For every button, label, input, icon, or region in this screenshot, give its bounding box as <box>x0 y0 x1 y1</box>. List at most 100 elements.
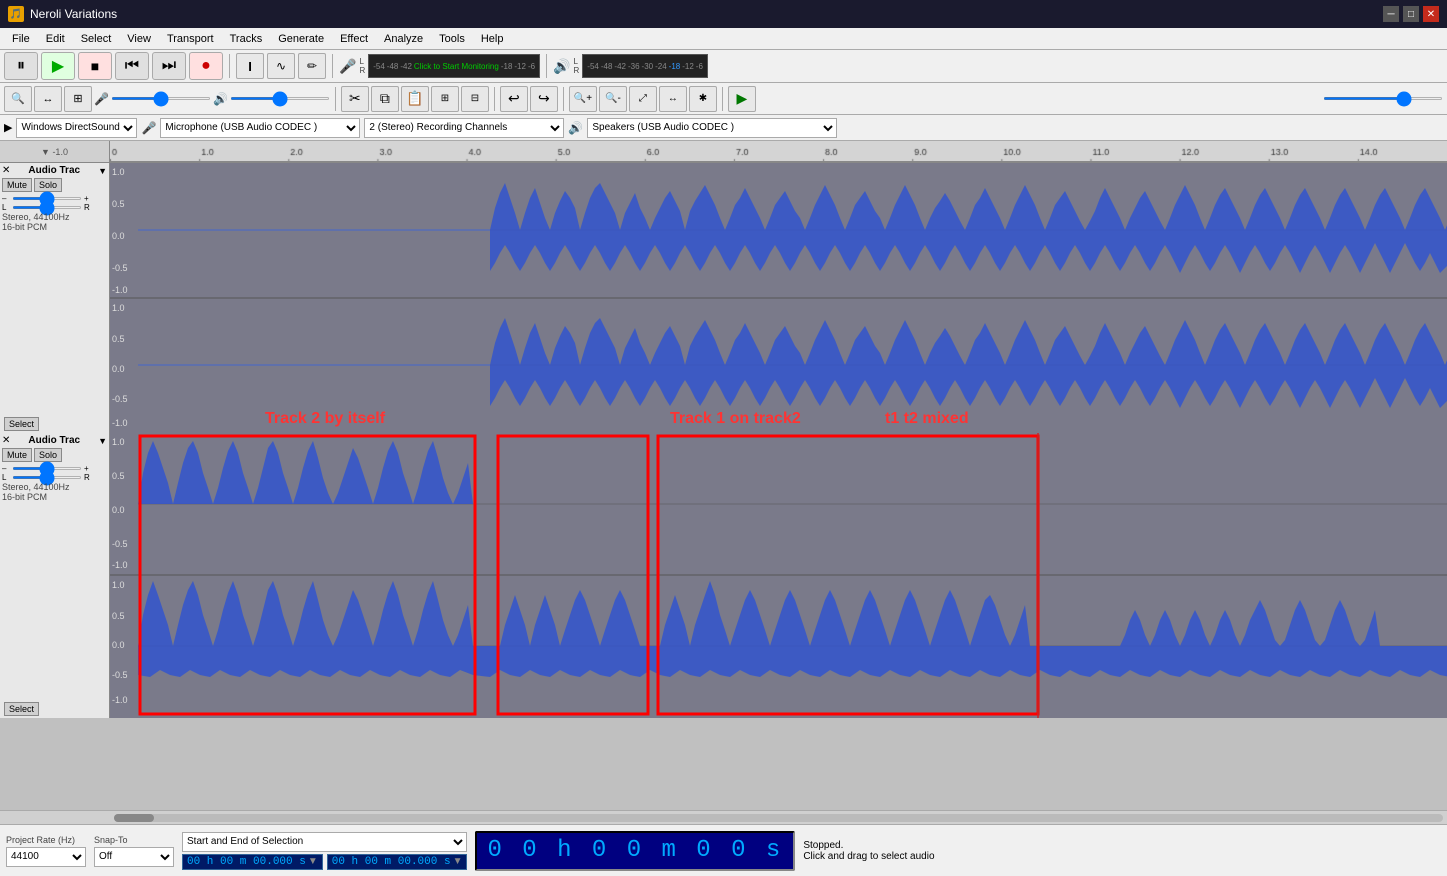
speaker3-icon: 🔊 <box>568 121 583 135</box>
speaker-select[interactable]: Speakers (USB Audio CODEC ) <box>587 118 837 138</box>
envelope-tool-btn[interactable]: ∿ <box>267 53 295 79</box>
ruler-canvas <box>110 141 1447 162</box>
copy-btn[interactable]: ⧉ <box>371 86 399 112</box>
trim-btn[interactable]: ⊞ <box>431 86 459 112</box>
tracks-container: ✕ Audio Trac ▼ Mute Solo – + L <box>0 163 1447 810</box>
close-button[interactable]: ✕ <box>1423 6 1439 22</box>
track1-select-btn[interactable]: Select <box>4 417 39 431</box>
menu-effect[interactable]: Effect <box>332 31 376 47</box>
zoom-normal-btn[interactable]: 🔍 <box>4 86 32 112</box>
horizontal-scrollbar[interactable] <box>0 810 1447 824</box>
project-rate-section: Project Rate (Hz) 44100 <box>6 835 86 867</box>
selection-section: Start and End of Selection 00 h 00 m 00.… <box>182 832 467 870</box>
skip-start-button[interactable]: ⏮ <box>115 52 149 80</box>
silence-btn[interactable]: ⊟ <box>461 86 489 112</box>
input-gain-slider[interactable] <box>111 97 211 100</box>
hint-msg: Click and drag to select audio <box>803 851 1441 862</box>
track2-pan-slider[interactable] <box>12 476 82 479</box>
output-vu-meter[interactable]: -54 -48 -42 -36 -30 -24 -18 -12 -6 <box>582 54 708 78</box>
play-button[interactable]: ▶ <box>41 52 75 80</box>
vu-18: -18 <box>501 62 513 71</box>
track2-arrow[interactable]: ▼ <box>98 436 107 446</box>
project-rate-select[interactable]: 44100 <box>6 847 86 867</box>
track1-close[interactable]: ✕ <box>2 165 10 176</box>
mic-select[interactable]: Microphone (USB Audio CODEC ) <box>160 118 360 138</box>
undo-btn[interactable]: ↩ <box>500 86 528 112</box>
zoom-out-btn[interactable]: 🔍- <box>599 86 627 112</box>
window-title: Neroli Variations <box>30 7 1383 21</box>
zoom-tool-btn[interactable]: ✱ <box>689 86 717 112</box>
playback-host-select[interactable]: Windows DirectSound <box>16 118 137 138</box>
menu-help[interactable]: Help <box>473 31 512 47</box>
track1-pan-slider[interactable] <box>12 206 82 209</box>
record-button[interactable]: ● <box>189 52 223 80</box>
selection-type-select[interactable]: Start and End of Selection <box>182 832 467 852</box>
track1-arrow[interactable]: ▼ <box>98 166 107 176</box>
vu-lr-label: L <box>359 57 365 66</box>
menu-edit[interactable]: Edit <box>38 31 73 47</box>
track2-pan-container: L R <box>2 473 107 482</box>
menu-file[interactable]: File <box>4 31 38 47</box>
out-vu-48: -48 <box>601 62 613 71</box>
track2-gain-minus: – <box>2 464 10 473</box>
menu-tools[interactable]: Tools <box>431 31 473 47</box>
track2-waveform[interactable]: 1.0 0.5 0.0 -0.5 -1.0 1.0 0.5 0.0 -0.5 -… <box>110 433 1447 718</box>
svg-text:0.0: 0.0 <box>112 231 125 241</box>
zoom-in-btn[interactable]: 🔍+ <box>569 86 597 112</box>
snap-to-section: Snap-To Off <box>94 835 174 867</box>
statusbar: Project Rate (Hz) 44100 Snap-To Off Star… <box>0 824 1447 876</box>
out-vu-18b: -18 <box>669 62 681 71</box>
vu-54: -54 <box>373 62 385 71</box>
menu-generate[interactable]: Generate <box>270 31 332 47</box>
menu-analyze[interactable]: Analyze <box>376 31 431 47</box>
skip-end-button[interactable]: ⏭ <box>152 52 186 80</box>
pause-button[interactable]: ⏸ <box>4 52 38 80</box>
playback-speed-slider[interactable] <box>1323 97 1443 100</box>
menu-tracks[interactable]: Tracks <box>222 31 271 47</box>
selection-end-display[interactable]: 00 h 00 m 00.000 s ▼ <box>327 854 468 870</box>
maximize-button[interactable]: □ <box>1403 6 1419 22</box>
track1-header: ✕ Audio Trac ▼ <box>2 165 107 176</box>
track1-format: Stereo, 44100Hz <box>2 212 107 222</box>
selection-tool-btn[interactable]: I <box>236 53 264 79</box>
track2-select-btn[interactable]: Select <box>4 702 39 716</box>
svg-text:-0.5: -0.5 <box>112 394 128 404</box>
zoom-multi-btn[interactable]: ⊞ <box>64 86 92 112</box>
zoom-fit-btn[interactable]: ↔ <box>659 86 687 112</box>
stop-button[interactable]: ■ <box>78 52 112 80</box>
timeline-ruler[interactable]: ▼ -1.0 <box>0 141 1447 163</box>
paste-btn[interactable]: 📋 <box>401 86 429 112</box>
svg-text:0.0: 0.0 <box>112 505 125 515</box>
track1-waveform[interactable]: 1.0 0.5 0.0 -0.5 -1.0 1.0 0.5 0.0 -0.5 -… <box>110 163 1447 433</box>
hscroll-track[interactable] <box>114 814 1443 822</box>
track1-pan-container: L R <box>2 203 107 212</box>
draw-tool-btn[interactable]: ✏ <box>298 53 326 79</box>
play2-btn[interactable]: ▶ <box>728 86 756 112</box>
zoom-sel-btn[interactable]: ⤢ <box>629 86 657 112</box>
channels-select[interactable]: 2 (Stereo) Recording Channels <box>364 118 564 138</box>
titlebar: 🎵 Neroli Variations ─ □ ✕ <box>0 0 1447 28</box>
track2-close[interactable]: ✕ <box>2 435 10 446</box>
track1-waveform-svg: 1.0 0.5 0.0 -0.5 -1.0 1.0 0.5 0.0 -0.5 -… <box>110 163 1447 433</box>
ruler-marks <box>110 141 1447 162</box>
svg-text:0.5: 0.5 <box>112 471 125 481</box>
snap-to-select[interactable]: Off <box>94 847 174 867</box>
menu-transport[interactable]: Transport <box>159 31 222 47</box>
menu-view[interactable]: View <box>119 31 159 47</box>
cut-btn[interactable]: ✂ <box>341 86 369 112</box>
svg-text:-0.5: -0.5 <box>112 670 128 680</box>
vu-48: -48 <box>387 62 399 71</box>
minimize-button[interactable]: ─ <box>1383 6 1399 22</box>
redo-btn[interactable]: ↪ <box>530 86 558 112</box>
svg-text:Track 1 on track2: Track 1 on track2 <box>670 410 801 427</box>
svg-text:0.5: 0.5 <box>112 334 125 344</box>
menu-select[interactable]: Select <box>73 31 120 47</box>
output-gain-slider[interactable] <box>230 97 330 100</box>
input-vu-meter[interactable]: -54 -48 -42 Click to Start Monitoring -1… <box>368 54 540 78</box>
track1-gain-plus: + <box>84 194 92 203</box>
selection-start-display[interactable]: 00 h 00 m 00.000 s ▼ <box>182 854 323 870</box>
hscroll-thumb[interactable] <box>114 814 154 822</box>
vu-42: -42 <box>400 62 412 71</box>
time-display[interactable]: 0 0 h 0 0 m 0 0 s <box>475 831 795 871</box>
fit-btn[interactable]: ↔ <box>34 86 62 112</box>
